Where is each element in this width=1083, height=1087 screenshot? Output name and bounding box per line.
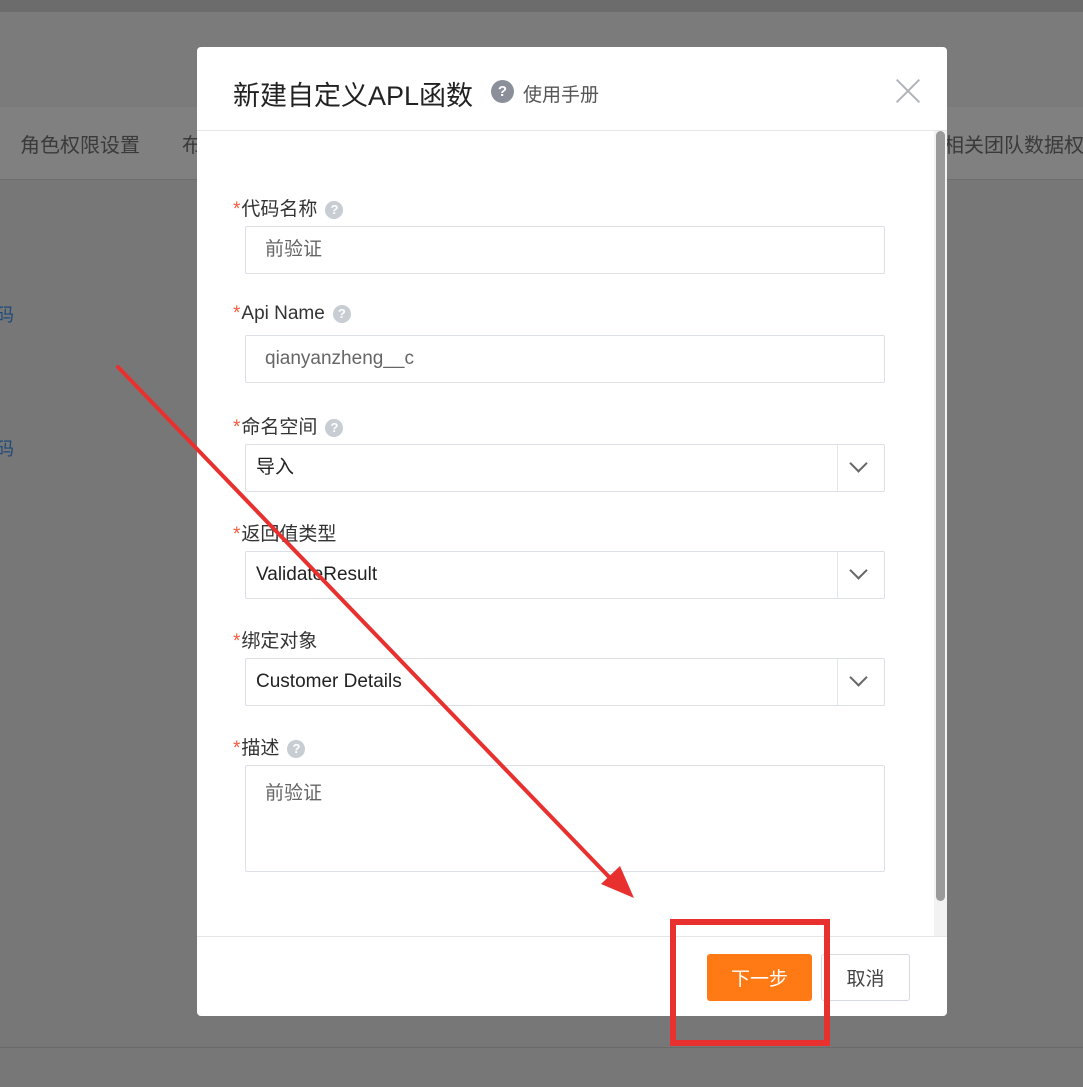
required-mark: * <box>233 738 241 759</box>
description-label: *描述? <box>233 733 306 760</box>
question-icon[interactable]: ? <box>491 80 514 103</box>
page-footer-divider <box>0 1047 1083 1048</box>
description-label-text: 描述 <box>241 738 280 759</box>
page-top-band <box>0 0 1083 12</box>
chevron-down-icon[interactable] <box>837 445 884 491</box>
code-link-2[interactable]: 码 <box>0 435 14 461</box>
namespace-select[interactable]: 导入 <box>245 444 885 492</box>
tab-role-permissions[interactable]: 角色权限设置 <box>20 129 140 158</box>
annotation-highlight-box <box>670 919 830 1046</box>
namespace-label: *命名空间? <box>233 412 344 439</box>
cancel-button[interactable]: 取消 <box>821 954 910 1001</box>
api-name-label-text: Api Name <box>241 303 325 324</box>
user-manual-link[interactable]: 使用手册 <box>523 80 599 107</box>
return-type-label-text: 返回值类型 <box>241 524 337 545</box>
code-name-label: *代码名称? <box>233 194 344 221</box>
code-name-label-text: 代码名称 <box>241 199 318 220</box>
chevron-down-icon[interactable] <box>837 659 884 705</box>
dialog-footer: 下一步 取消 <box>197 936 947 1016</box>
question-icon[interactable]: ? <box>332 305 351 323</box>
api-name-label: *Api Name? <box>233 303 351 325</box>
description-textarea[interactable]: 前验证 <box>245 765 885 872</box>
api-name-input[interactable]: qianyanzheng__c <box>245 335 885 383</box>
namespace-selected-value: 导入 <box>256 457 295 478</box>
bind-object-label: *绑定对象 <box>233 626 317 653</box>
required-mark: * <box>233 524 241 545</box>
bind-object-label-text: 绑定对象 <box>241 631 318 652</box>
required-mark: * <box>233 199 241 220</box>
code-name-input[interactable]: 前验证 <box>245 226 885 274</box>
required-mark: * <box>233 417 241 438</box>
required-mark: * <box>233 631 241 652</box>
close-icon[interactable] <box>892 75 924 107</box>
required-mark: * <box>233 303 241 324</box>
bind-object-selected-value: Customer Details <box>256 671 402 692</box>
question-icon[interactable]: ? <box>325 201 344 219</box>
question-icon[interactable]: ? <box>325 419 344 437</box>
namespace-label-text: 命名空间 <box>241 417 318 438</box>
new-apl-function-dialog: 新建自定义APL函数 ? 使用手册 *代码名称? 前验证 *Api Name? … <box>197 47 947 1016</box>
return-type-selected-value: ValidateResult <box>256 564 378 585</box>
chevron-down-icon[interactable] <box>837 552 884 598</box>
dialog-scrollbar-thumb[interactable] <box>936 131 945 901</box>
dialog-title: 新建自定义APL函数 <box>233 81 474 111</box>
bind-object-select[interactable]: Customer Details <box>245 658 885 706</box>
code-link-1[interactable]: 码 <box>0 301 14 327</box>
question-icon[interactable]: ? <box>287 740 306 758</box>
dialog-header: 新建自定义APL函数 ? 使用手册 <box>197 47 947 131</box>
return-type-select[interactable]: ValidateResult <box>245 551 885 599</box>
tab-team-data-permissions[interactable]: 相关团队数据权 <box>944 129 1083 158</box>
return-type-label: *返回值类型 <box>233 519 336 546</box>
